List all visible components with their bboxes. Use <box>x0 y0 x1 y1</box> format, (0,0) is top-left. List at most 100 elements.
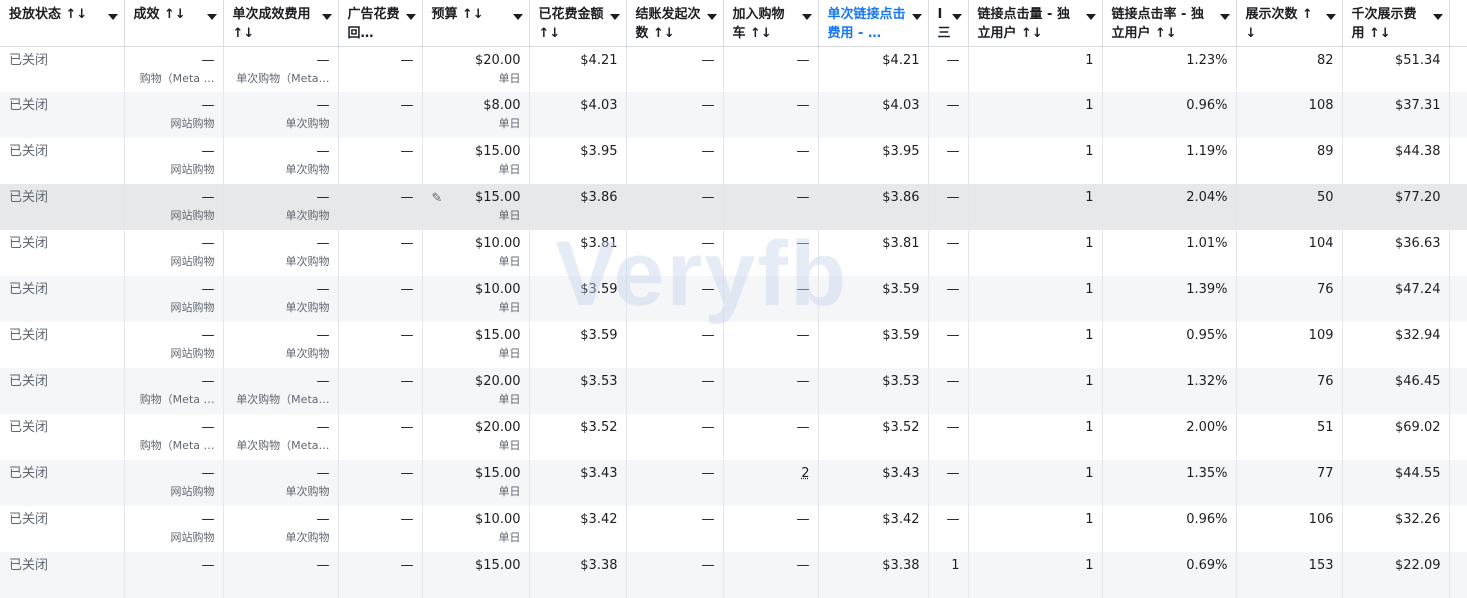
column-header-12[interactable]: 展示次数 ↑↓ <box>1236 0 1342 46</box>
table-row[interactable]: 已关闭 — 网站购物 — 单次购物 — ✎ $15.00 单日 $3.86 — — $3.86 — 1 2.0… <box>0 184 1467 230</box>
budget-cell-value: $15.00 <box>431 465 521 482</box>
add-to-cart-cell: — <box>723 184 818 230</box>
unique-ctr-cell-value: 0.95% <box>1111 327 1228 344</box>
column-header-5[interactable]: 已花费金额 ↑↓ <box>529 0 626 46</box>
ads-report-table: 投放状态 ↑↓ 成效 ↑↓ 单次成效费用 ↑↓ 广告花费回… 预算 ↑↓ 已花费金额 ↑↓… <box>0 0 1467 598</box>
column-header-3[interactable]: 广告花费回… <box>338 0 422 46</box>
cpm-cell: $37.31 <box>1342 92 1449 138</box>
cpc-cell: $3.52 <box>818 414 928 460</box>
unique-ctr-cell-value: 0.96% <box>1111 511 1228 528</box>
table-row[interactable]: 已关闭 — 购物（Meta … — 单次购物（Meta… — $20.00 单日 $3.53— —… <box>0 368 1467 414</box>
roas-cell-value: — <box>347 373 414 390</box>
cpm-cell-value: $69.02 <box>1351 419 1441 436</box>
column-header-10[interactable]: 链接点击量 - 独立用户 ↑↓ <box>968 0 1102 46</box>
chevron-down-icon[interactable] <box>952 14 962 20</box>
cpc-cell: $3.59 <box>818 276 928 322</box>
column-header-2[interactable]: 单次成效费用 ↑↓ <box>223 0 338 46</box>
amount-spent-cell: $3.81 <box>529 230 626 276</box>
table-row[interactable]: 已关闭 — 购物（Meta … — 单次购物（Meta… — $20.00 单日 $4.21— —… <box>0 46 1467 92</box>
chevron-down-icon[interactable] <box>912 14 922 20</box>
column-header-14[interactable] <box>1449 0 1467 46</box>
status-cell: 已关闭 <box>0 138 124 184</box>
cpc-cell-value: $3.81 <box>827 235 920 252</box>
checkouts-cell-value: — <box>635 373 715 390</box>
unique-link-clicks-cell-value: 1 <box>977 97 1094 114</box>
add-to-cart-cell: — <box>723 322 818 368</box>
table-row[interactable]: 已关闭 — 网站购物 — 单次购物 — $15.00 单日 $3.43 — 2 $3.43 — 1 1.35… <box>0 460 1467 506</box>
table-row[interactable]: 已关闭 — 网站购物 — 单次购物 — $10.00 单日 $3.42 — — $3.42 — 1 0.96… <box>0 506 1467 552</box>
chevron-down-icon[interactable] <box>1433 14 1443 20</box>
unique-ctr-cell: 0.69% <box>1102 552 1236 598</box>
column-header-13[interactable]: 千次展示费用 ↑↓ <box>1342 0 1449 46</box>
cpm-cell: $47.24 <box>1342 276 1449 322</box>
budget-cell-value: $10.00 <box>431 281 521 298</box>
chevron-down-icon[interactable] <box>322 14 332 20</box>
chevron-down-icon[interactable] <box>610 14 620 20</box>
table-row[interactable]: 已关闭 — 网站购物 — 单次购物 — $8.00 单日 $4.03 — — $4.03 — 1 0.96%… <box>0 92 1467 138</box>
chevron-down-icon[interactable] <box>802 14 812 20</box>
column-header-7[interactable]: 加入购物车 ↑↓ <box>723 0 818 46</box>
impressions-cell: 108 <box>1236 92 1342 138</box>
cost-per-result-cell: — 单次购物 <box>223 92 338 138</box>
table-row[interactable]: 已关闭 — 网站购物 — 单次购物 — $15.00 单日 $3.95 — — $3.95 — 1 1.19… <box>0 138 1467 184</box>
chevron-down-icon[interactable] <box>207 14 217 20</box>
status-cell-value: 已关闭 <box>9 557 116 574</box>
column-header-0[interactable]: 投放状态 ↑↓ <box>0 0 124 46</box>
amount-spent-cell-value: $3.95 <box>538 143 618 160</box>
column-header-9[interactable]: I 三 <box>928 0 968 46</box>
status-cell: 已关闭 <box>0 368 124 414</box>
amount-spent-cell: $3.43 <box>529 460 626 506</box>
budget-cell-value: $20.00 <box>431 373 521 390</box>
edit-pencil-icon[interactable]: ✎ <box>432 190 443 207</box>
status-cell-value: 已关闭 <box>9 97 116 114</box>
results-cell: — 购物（Meta … <box>124 368 223 414</box>
amount-spent-cell-value: $3.42 <box>538 511 618 528</box>
unique-link-clicks-cell-value: 1 <box>977 235 1094 252</box>
column-header-6[interactable]: 结账发起次数 ↑↓ <box>626 0 723 46</box>
add-to-cart-cell-value: — <box>732 52 810 69</box>
filler-cell <box>1449 230 1467 276</box>
status-cell-value: 已关闭 <box>9 281 116 298</box>
column-header-1[interactable]: 成效 ↑↓ <box>124 0 223 46</box>
cpm-cell-value: $36.63 <box>1351 235 1441 252</box>
results-cell: — 网站购物 <box>124 276 223 322</box>
results-cell: — 网站购物 <box>124 230 223 276</box>
add-to-cart-cell: — <box>723 92 818 138</box>
cpc-cell-value: $3.53 <box>827 373 920 390</box>
chevron-down-icon[interactable] <box>406 14 416 20</box>
impressions-cell-value: 82 <box>1245 52 1334 69</box>
column-header-label: 链接点击量 - 独立用户 ↑↓ <box>978 5 1094 43</box>
chevron-down-icon[interactable] <box>1220 14 1230 20</box>
chevron-down-icon[interactable] <box>108 14 118 20</box>
filler-cell <box>1449 414 1467 460</box>
table-row[interactable]: 已关闭 — — — $15.00 $3.38 — — $3.38 1 1 0.69% 153 $22.09 <box>0 552 1467 598</box>
add-to-cart-cell-value: — <box>732 235 810 252</box>
table-row[interactable]: 已关闭 — 购物（Meta … — 单次购物（Meta… — $20.00 单日 $3.52— —… <box>0 414 1467 460</box>
budget-cell: $10.00 单日 <box>422 276 529 322</box>
column-header-11[interactable]: 链接点击率 - 独立用户 ↑↓ <box>1102 0 1236 46</box>
header-row: 投放状态 ↑↓ 成效 ↑↓ 单次成效费用 ↑↓ 广告花费回… 预算 ↑↓ 已花费金额 ↑↓… <box>0 0 1467 46</box>
table-row[interactable]: 已关闭 — 网站购物 — 单次购物 — $10.00 单日 $3.81 — — $3.81 — 1 1.01… <box>0 230 1467 276</box>
chevron-down-icon[interactable] <box>1326 14 1336 20</box>
column-header-label: 千次展示费用 ↑↓ <box>1352 5 1441 43</box>
chevron-down-icon[interactable] <box>707 14 717 20</box>
column-header-4[interactable]: 预算 ↑↓ <box>422 0 529 46</box>
cost-per-result-cell-value: — <box>232 419 330 436</box>
chevron-down-icon[interactable] <box>1086 14 1096 20</box>
cpc-cell-value: $3.86 <box>827 189 920 206</box>
unique-ctr-cell-value: 1.01% <box>1111 235 1228 252</box>
unique-link-clicks-cell-value: 1 <box>977 373 1094 390</box>
status-cell-value: 已关闭 <box>9 465 116 482</box>
column-header-8[interactable]: 单次链接点击费用 - … <box>818 0 928 46</box>
checkouts-cell: — <box>626 506 723 552</box>
status-cell-value: 已关闭 <box>9 419 116 436</box>
amount-spent-cell-value: $3.38 <box>538 557 618 574</box>
table-row[interactable]: 已关闭 — 网站购物 — 单次购物 — $15.00 单日 $3.59 — — $3.59 — 1 0.95… <box>0 322 1467 368</box>
chevron-down-icon[interactable] <box>513 14 523 20</box>
amount-spent-cell: $3.42 <box>529 506 626 552</box>
cost-per-result-cell-value: — <box>232 373 330 390</box>
cost-per-result-cell-value: — <box>232 52 330 69</box>
table-row[interactable]: 已关闭 — 网站购物 — 单次购物 — $10.00 单日 $3.59 — — $3.59 — 1 1.39… <box>0 276 1467 322</box>
roas-cell-value: — <box>347 511 414 528</box>
add-to-cart-cell-value: — <box>732 511 810 528</box>
